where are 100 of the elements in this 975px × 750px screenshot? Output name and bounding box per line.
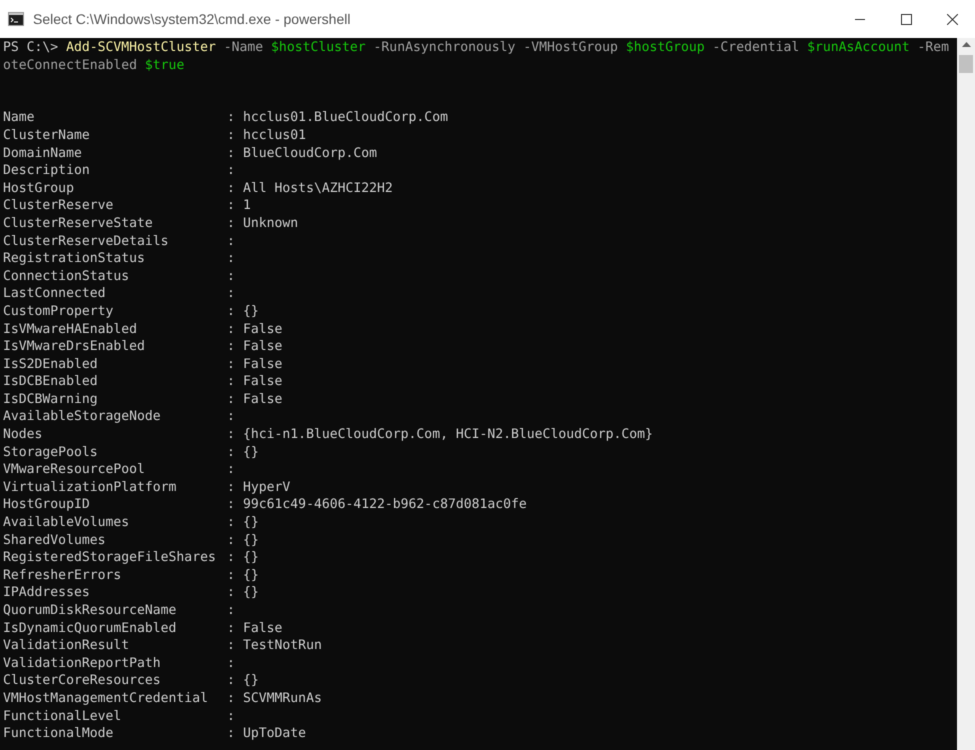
- property-value: {}: [243, 514, 259, 532]
- property-name: ValidationReportPath: [3, 654, 162, 672]
- property-value: {}: [243, 444, 259, 462]
- property-name: FunctionalLevel: [3, 708, 122, 726]
- property-name: HostGroupID: [3, 496, 91, 514]
- property-name: StoragePools: [3, 444, 99, 462]
- property-value: 1: [243, 197, 251, 215]
- separator-colon: :: [227, 444, 235, 462]
- property-name: IsDCBWarning: [3, 390, 99, 408]
- property-value: hcclus01.BlueCloudCorp.Com: [243, 109, 448, 127]
- property-name: HostGroup: [3, 180, 75, 198]
- property-name: QuorumDiskResourceName: [3, 602, 178, 620]
- property-value: UpToDate: [243, 725, 306, 743]
- property-name: IsS2DEnabled: [3, 356, 99, 374]
- separator-colon: :: [227, 584, 235, 602]
- separator-colon: :: [227, 426, 235, 444]
- separator-colon: :: [227, 197, 235, 215]
- scrollbar-thumb[interactable]: [959, 55, 973, 73]
- separator-colon: :: [227, 232, 235, 250]
- property-name: DomainName: [3, 144, 83, 162]
- property-value: 99c61c49-4606-4122-b962-c87d081ac0fe: [243, 496, 527, 514]
- property-name: VMHostManagementCredential: [3, 690, 209, 708]
- property-name: ClusterCoreResources: [3, 672, 162, 690]
- property-name: IsVMwareDrsEnabled: [3, 338, 146, 356]
- separator-colon: :: [227, 478, 235, 496]
- property-name: VMwareResourcePool: [3, 461, 146, 479]
- separator-colon: :: [227, 620, 235, 638]
- property-name: RegisteredStorageFileShares: [3, 549, 217, 567]
- property-name: IsDCBEnabled: [3, 373, 99, 391]
- property-name: IsDynamicQuorumEnabled: [3, 620, 178, 638]
- scroll-up-icon[interactable]: [962, 42, 970, 47]
- property-value: {}: [243, 302, 259, 320]
- maximize-icon: [900, 14, 912, 24]
- separator-colon: :: [227, 549, 235, 567]
- prompt-text: PS C:\>: [3, 40, 60, 55]
- parameter-text: -RunAsynchronously -VMHostGroup: [372, 40, 619, 55]
- terminal-icon: [8, 12, 24, 26]
- property-name: ClusterReserveDetails: [3, 232, 170, 250]
- separator-colon: :: [227, 214, 235, 233]
- property-name: RefresherErrors: [3, 566, 122, 584]
- separator-colon: :: [227, 373, 235, 391]
- parameter-text: -Name: [222, 40, 264, 55]
- property-value: False: [243, 356, 282, 374]
- property-name: CustomProperty: [3, 302, 114, 320]
- separator-colon: :: [227, 602, 235, 620]
- property-value: SCVMMRunAs: [243, 690, 322, 708]
- separator-colon: :: [227, 268, 235, 286]
- separator-colon: :: [227, 180, 235, 198]
- property-name: Nodes: [3, 426, 44, 444]
- property-name: IsVMwareHAEnabled: [3, 320, 138, 338]
- property-name: Description: [3, 162, 91, 180]
- property-value: {hci-n1.BlueCloudCorp.Com, HCI-N2.BlueCloudCorp.Com}: [243, 426, 653, 444]
- separator-colon: :: [227, 162, 235, 180]
- separator-colon: :: [227, 690, 235, 708]
- property-value: False: [243, 320, 282, 338]
- property-name: ValidationResult: [3, 637, 130, 655]
- separator-colon: :: [227, 637, 235, 655]
- property-value: BlueCloudCorp.Com: [243, 144, 378, 162]
- scrollbar[interactable]: [957, 38, 975, 750]
- property-name: ClusterReserve: [3, 197, 114, 215]
- parameter-text: -Credential: [712, 40, 800, 55]
- variable-name: $hostCluster: [271, 40, 366, 55]
- property-name: ClusterName: [3, 126, 91, 145]
- separator-colon: :: [227, 672, 235, 690]
- property-name: Name: [3, 109, 36, 127]
- command-name: Add-SCVMHostCluster: [66, 40, 216, 55]
- separator-colon: :: [227, 461, 235, 479]
- property-name: AvailableStorageNode: [3, 408, 162, 426]
- property-name: FunctionalMode: [3, 725, 114, 743]
- property-value: {}: [243, 532, 259, 550]
- property-value: False: [243, 620, 282, 638]
- property-value: False: [243, 390, 282, 408]
- separator-colon: :: [227, 725, 235, 743]
- separator-colon: :: [227, 250, 235, 268]
- separator-colon: :: [227, 356, 235, 374]
- separator-colon: :: [227, 285, 235, 303]
- separator-colon: :: [227, 338, 235, 356]
- property-value: Unknown: [243, 214, 298, 233]
- parameter-text: oteConnectEnabled: [3, 58, 138, 73]
- separator-colon: :: [227, 390, 235, 408]
- property-name: RegistrationStatus: [3, 250, 146, 268]
- separator-colon: :: [227, 109, 235, 127]
- close-icon: [946, 14, 958, 24]
- property-name: IPAddresses: [3, 584, 91, 602]
- separator-colon: :: [227, 126, 235, 145]
- property-value: False: [243, 373, 282, 391]
- property-name: ConnectionStatus: [3, 268, 130, 286]
- property-name: SharedVolumes: [3, 532, 106, 550]
- variable-name: $runAsAccount: [807, 40, 910, 55]
- separator-colon: :: [227, 566, 235, 584]
- property-name: ClusterReserveState: [3, 214, 154, 233]
- property-value: All Hosts\AZHCI22H2: [243, 180, 393, 198]
- property-value: {}: [243, 566, 259, 584]
- property-value: hcclus01: [243, 126, 306, 145]
- separator-colon: :: [227, 708, 235, 726]
- property-value: TestNotRun: [243, 637, 322, 655]
- property-value: HyperV: [243, 478, 290, 496]
- window-title: Select C:\Windows\system32\cmd.exe - powershell: [33, 10, 350, 29]
- property-name: LastConnected: [3, 285, 106, 303]
- property-value: {}: [243, 584, 259, 602]
